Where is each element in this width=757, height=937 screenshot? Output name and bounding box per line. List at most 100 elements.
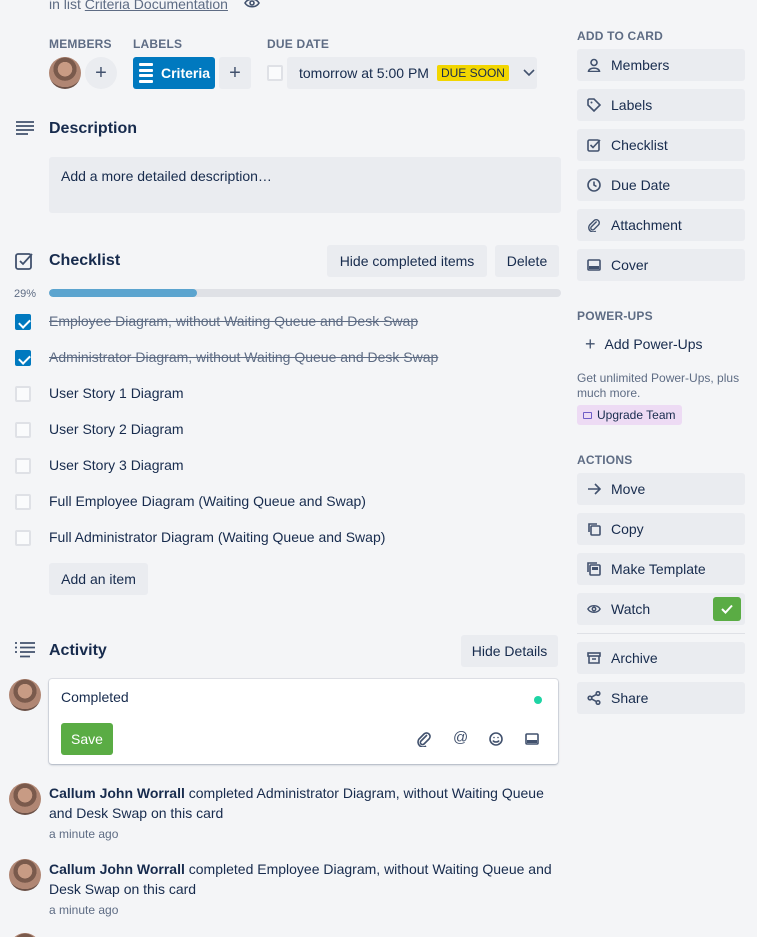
activity-entry: Callum John Worrall completed Employee D… [49,859,559,899]
activity-time[interactable]: a minute ago [49,827,118,841]
list-link[interactable]: Criteria Documentation [85,0,228,12]
checklist-item-checkbox[interactable] [15,458,31,474]
checklist-item-checkbox[interactable] [15,494,31,510]
add-item-button[interactable]: Add an item [49,563,148,595]
due-date-text: tomorrow at 5:00 PM [299,65,429,81]
add-powerups-label: Add Power-Ups [604,336,703,352]
member-avatar[interactable] [49,57,81,89]
members-heading: MEMBERS [49,37,112,51]
cover-button[interactable]: Cover [577,249,745,281]
eye-icon [587,605,601,613]
checklist-item-checkbox[interactable] [15,530,31,546]
checklist-item-checkbox[interactable] [15,386,31,402]
add-label-button[interactable]: + [219,57,251,89]
due-date-button-label: Due Date [611,177,671,193]
copy-button[interactable]: Copy [577,513,745,545]
due-date-sidebar-button[interactable]: Due Date [577,169,745,201]
members-button[interactable]: Members [577,49,745,81]
progress-bar [49,289,561,297]
checklist-icon [15,253,33,270]
progress-percent: 29% [14,288,37,300]
label-chip[interactable]: Criteria [133,57,215,89]
checklist-item-checkbox[interactable] [15,422,31,438]
checklist-button[interactable]: Checklist [577,129,745,161]
save-button[interactable]: Save [61,723,113,755]
archive-button-label: Archive [611,650,658,666]
activity-entry: Callum John Worrall completed Administra… [49,783,559,823]
cover-icon [587,259,601,271]
copy-icon [588,523,601,536]
eye-icon [244,0,260,8]
move-button[interactable]: Move [577,473,745,505]
labels-heading: LABELS [133,37,183,51]
labels-button[interactable]: Labels [577,89,745,121]
activity-user[interactable]: Callum John Worrall [49,861,185,877]
activity-icon [15,642,35,658]
watch-button[interactable]: Watch [577,593,745,625]
activity-user[interactable]: Callum John Worrall [49,785,185,801]
label-bars-icon [139,63,153,83]
checklist-item-text[interactable]: User Story 2 Diagram [49,421,184,437]
checklist-title: Checklist [49,252,121,269]
description-input[interactable]: Add a more detailed description… [49,157,561,213]
copy-button-label: Copy [611,521,644,537]
delete-checklist-button[interactable]: Delete [495,245,559,277]
activity-avatar [9,783,41,815]
plus-icon: + [95,61,107,84]
paperclip-icon[interactable] [417,731,431,747]
actions-heading: ACTIONS [577,453,633,467]
chevron-down-icon [523,69,535,77]
attachment-button[interactable]: Attachment [577,209,745,241]
card-icon[interactable] [525,733,539,745]
emoji-icon[interactable] [489,732,503,746]
template-icon [587,562,601,576]
arrow-right-icon [588,483,601,495]
upgrade-team-button[interactable]: Upgrade Team [577,405,682,425]
plus-icon: + [229,61,241,84]
add-member-button[interactable]: + [85,57,117,89]
activity-avatar [9,933,41,937]
checklist-item-text[interactable]: Administrator Diagram, without Waiting Q… [49,349,438,365]
due-complete-checkbox[interactable] [267,65,283,81]
share-button[interactable]: Share [577,682,745,714]
description-title: Description [49,120,138,137]
activity-time[interactable]: a minute ago [49,903,118,917]
checklist-item-checkbox[interactable] [15,350,31,366]
hide-details-button[interactable]: Hide Details [461,635,558,667]
sidebar-divider [577,633,745,634]
current-user-avatar [9,679,41,711]
watch-check-icon [713,597,741,621]
person-icon [587,58,601,72]
hide-completed-button[interactable]: Hide completed items [327,245,487,277]
due-soon-badge: DUE SOON [436,65,509,81]
in-list-prefix: in list [49,0,81,12]
activity-avatar [9,859,41,891]
due-date-heading: DUE DATE [267,37,330,51]
tag-icon [587,98,601,112]
comment-input[interactable]: Completed [61,689,129,705]
list-breadcrumb: in list Criteria Documentation [49,0,228,12]
briefcase-icon [583,411,592,419]
checklist-icon [587,139,601,152]
members-button-label: Members [611,57,670,73]
archive-button[interactable]: Archive [577,642,745,674]
share-button-label: Share [611,690,649,706]
attachment-button-label: Attachment [611,217,682,233]
status-dot [534,696,542,704]
mention-icon[interactable]: @ [453,729,468,746]
checklist-item-text[interactable]: Full Employee Diagram (Waiting Queue and… [49,493,366,509]
plus-icon: + [585,334,596,354]
checklist-item-text[interactable]: User Story 3 Diagram [49,457,184,473]
checklist-item-text[interactable]: User Story 1 Diagram [49,385,184,401]
move-button-label: Move [611,481,646,497]
checklist-item-text[interactable]: Full Administrator Diagram (Waiting Queu… [49,529,385,545]
add-to-card-heading: ADD TO CARD [577,29,663,43]
checklist-item-text[interactable]: Employee Diagram, without Waiting Queue … [49,313,418,329]
due-date-button[interactable]: tomorrow at 5:00 PM DUE SOON [287,57,537,89]
cover-button-label: Cover [611,257,649,273]
label-name: Criteria [161,65,211,81]
share-icon [587,691,601,705]
checklist-item-checkbox[interactable] [15,314,31,330]
make-template-button[interactable]: Make Template [577,553,745,585]
add-powerups-button[interactable]: + Add Power-Ups [585,334,703,354]
